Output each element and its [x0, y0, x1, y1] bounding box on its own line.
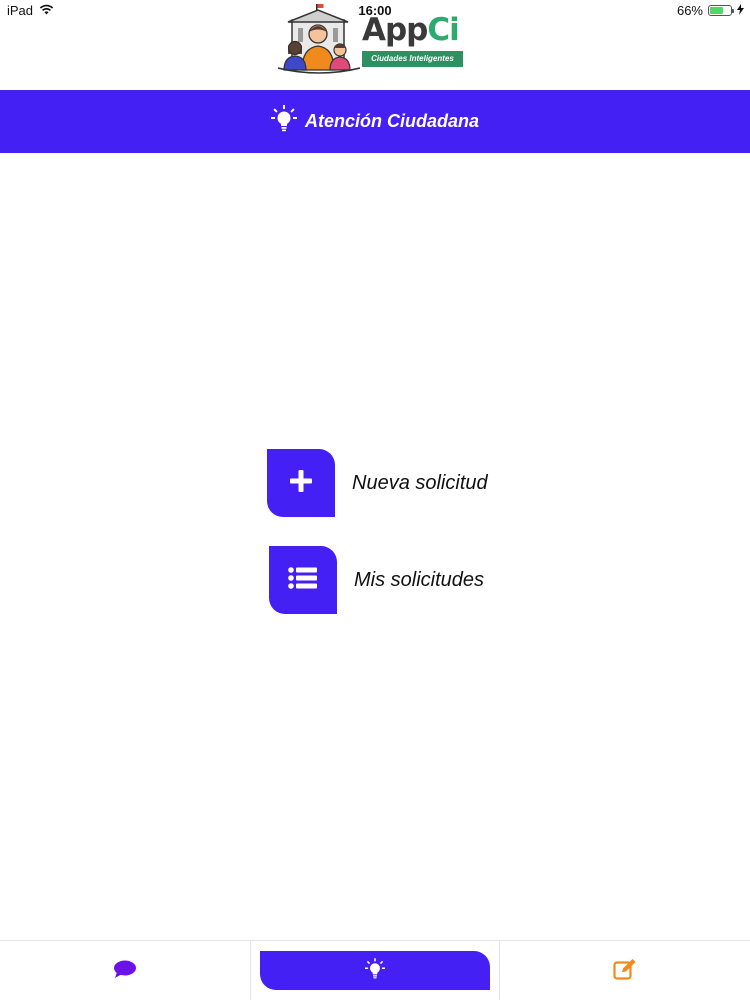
list-icon: [288, 566, 318, 595]
tab-bar: [0, 940, 750, 1000]
tab-divider: [250, 941, 251, 1000]
lightbulb-icon: [270, 105, 297, 138]
logo-app: App: [362, 12, 428, 48]
plus-icon: [289, 469, 313, 498]
tab-chat[interactable]: [0, 941, 250, 1000]
app-logo: AppCi Ciudades Inteligentes: [278, 4, 468, 74]
charging-icon: [737, 3, 744, 18]
header-title: Atención Ciudadana: [304, 111, 479, 131]
my-requests-button[interactable]: Mis solicitudes: [269, 546, 484, 614]
tab-citizen-attention[interactable]: [260, 941, 490, 1000]
header-banner: Atención Ciudadana: [0, 90, 750, 153]
my-requests-tile[interactable]: [269, 546, 337, 614]
edit-icon: [612, 958, 637, 985]
my-requests-label[interactable]: Mis solicitudes: [354, 569, 484, 592]
new-request-tile[interactable]: [267, 449, 335, 517]
lightbulb-icon: [365, 957, 385, 985]
battery-icon: [708, 5, 734, 16]
battery-fill: [710, 7, 724, 14]
chat-bubble-icon: [113, 959, 137, 984]
logo-wordmark: AppCi: [362, 12, 460, 48]
logo-ci: Ci: [427, 12, 459, 48]
tab-edit[interactable]: [499, 941, 750, 1000]
logo-tagline: Ciudades Inteligentes: [362, 51, 463, 67]
battery-percent: 66%: [676, 3, 703, 18]
status-right: 66%: [677, 3, 744, 18]
logo-illustration-icon: [278, 4, 360, 74]
new-request-label[interactable]: Nueva solicitud: [352, 472, 488, 495]
new-request-button[interactable]: Nueva solicitud: [267, 449, 488, 517]
